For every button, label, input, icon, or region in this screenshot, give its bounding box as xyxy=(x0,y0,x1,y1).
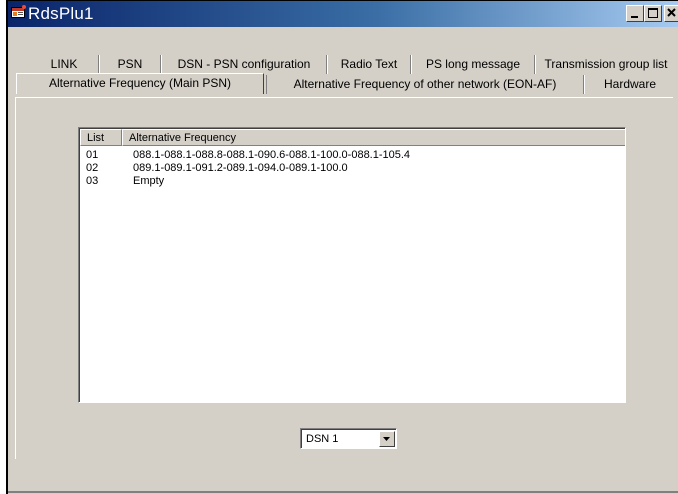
table-row[interactable]: 01 088.1-088.1-088.8-088.1-090.6-088.1-1… xyxy=(80,149,625,162)
close-button[interactable] xyxy=(664,5,678,22)
row-list-number: 03 xyxy=(86,175,99,187)
close-icon xyxy=(667,8,676,17)
tab-radio-text[interactable]: Radio Text xyxy=(328,55,411,74)
af-list-header: List Alternative Frequency xyxy=(80,129,625,147)
window-title: RdsPlu1 xyxy=(28,4,94,23)
window-bottom-border xyxy=(8,491,678,493)
row-frequency: 089.1-089.1-091.2-089.1-094.0-089.1-100.… xyxy=(133,162,348,174)
tab-psn[interactable]: PSN xyxy=(100,55,161,74)
row-list-number: 02 xyxy=(86,162,99,174)
dsn-select[interactable]: DSN 1 xyxy=(300,428,397,449)
maximize-icon xyxy=(648,8,658,18)
table-row[interactable]: 03 Empty xyxy=(80,175,625,188)
row-frequency: Empty xyxy=(133,175,165,187)
maximize-button[interactable] xyxy=(644,5,662,22)
dsn-select-value: DSN 1 xyxy=(306,433,339,445)
title-bar[interactable]: RdsPlu1 xyxy=(8,1,678,27)
tab-hardware[interactable]: Hardware xyxy=(584,75,676,94)
column-header-frequency[interactable]: Alternative Frequency xyxy=(122,129,625,146)
af-list-view[interactable]: List Alternative Frequency 01 088.1-088.… xyxy=(78,127,626,403)
tab-dsn-psn-configuration[interactable]: DSN - PSN configuration xyxy=(162,55,327,74)
dsn-dropdown-button[interactable] xyxy=(379,431,395,447)
table-row[interactable]: 02 089.1-089.1-091.2-089.1-094.0-089.1-1… xyxy=(80,162,625,175)
minimize-button[interactable] xyxy=(626,5,644,22)
tab-af-main-psn[interactable]: Alternative Frequency (Main PSN) xyxy=(16,73,264,94)
tab-link[interactable]: LINK xyxy=(30,55,99,74)
row-frequency: 088.1-088.1-088.8-088.1-090.6-088.1-100.… xyxy=(133,149,411,161)
column-header-list[interactable]: List xyxy=(80,129,122,146)
tab-transmission-group-list[interactable]: Transmission group list xyxy=(536,55,676,74)
app-window: RdsPlu1 LINK PSN DSN - PSN configuration… xyxy=(6,0,678,494)
app-icon[interactable] xyxy=(11,5,27,20)
tab-af-eon[interactable]: Alternative Frequency of other network (… xyxy=(266,75,584,94)
af-list-client: List Alternative Frequency 01 088.1-088.… xyxy=(79,128,625,402)
tab-ps-long-message[interactable]: PS long message xyxy=(412,55,535,74)
tab-row-2: Alternative Frequency (Main PSN) Alterna… xyxy=(16,73,678,94)
row-list-number: 01 xyxy=(86,149,99,161)
dsn-select-field: DSN 1 xyxy=(301,429,396,448)
chevron-down-icon xyxy=(383,437,390,441)
tab-row-1: LINK PSN DSN - PSN configuration Radio T… xyxy=(18,55,678,74)
minimize-icon xyxy=(631,16,638,18)
